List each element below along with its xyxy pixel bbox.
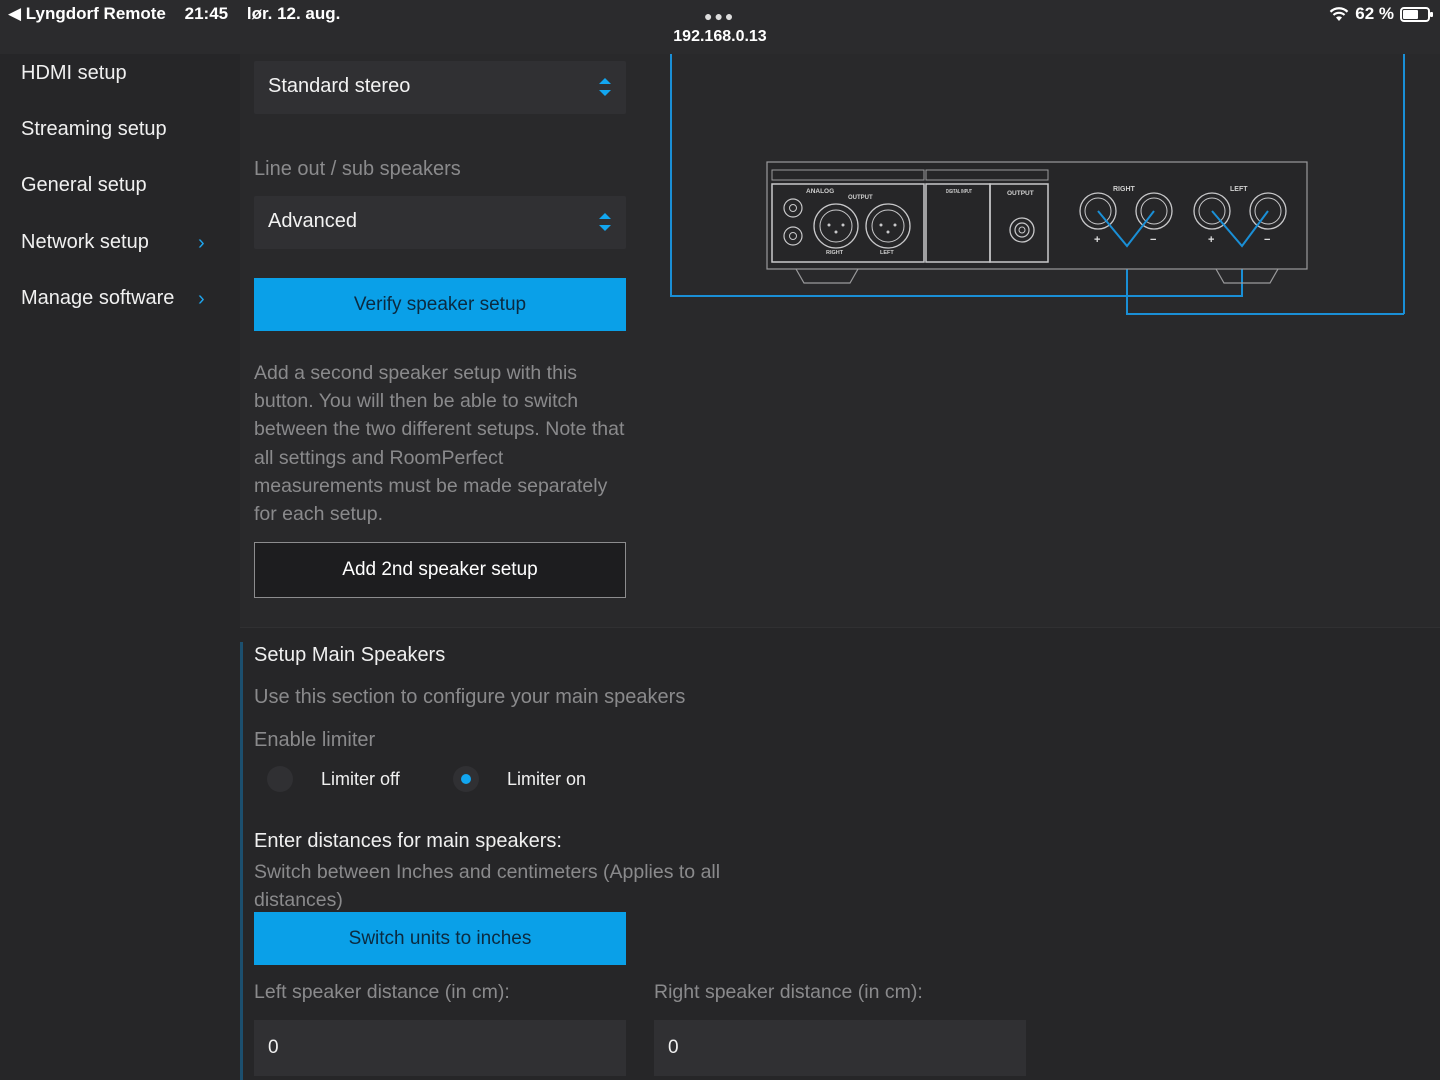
switch-units-button[interactable]: Switch units to inches — [254, 912, 626, 965]
second-setup-description: Add a second speaker setup with this but… — [254, 362, 625, 526]
status-date: lør. 12. aug. — [246, 4, 341, 23]
limiter-off-label[interactable]: Limiter off — [321, 769, 400, 790]
left-distance-input[interactable] — [254, 1020, 626, 1076]
right-distance-input[interactable] — [654, 1020, 1026, 1076]
speaker-type-select[interactable]: Standard stereo — [254, 61, 626, 114]
svg-text:−: − — [1264, 234, 1270, 246]
left-distance-label: Left speaker distance (in cm): — [254, 981, 510, 1003]
output-label: OUTPUT — [848, 195, 873, 201]
sidebar-item-label: General setup — [21, 174, 147, 196]
xlr-right-label: RIGHT — [826, 250, 844, 256]
limiter-on-radio[interactable] — [453, 766, 479, 792]
enable-limiter-label: Enable limiter — [254, 729, 376, 751]
status-time: 21:45 — [184, 4, 229, 23]
xlr-left-label: LEFT — [880, 250, 894, 256]
battery-fill — [1403, 9, 1418, 19]
section-accent-bar — [240, 642, 243, 1080]
distances-hint: Switch between Inches and centimeters (A… — [254, 861, 721, 911]
digital-input-label: DIGITAL INPUT — [946, 189, 972, 195]
url-label: 192.168.0.13 — [673, 28, 767, 45]
svg-text:−: − — [1150, 234, 1156, 246]
verify-speaker-setup-button[interactable]: Verify speaker setup — [254, 278, 626, 331]
sidebar-item-label: Manage software — [21, 287, 175, 309]
right-distance-label: Right speaker distance (in cm): — [654, 981, 923, 1003]
sidebar-item-label: HDMI setup — [21, 62, 127, 84]
distances-heading: Enter distances for main speakers: — [254, 830, 562, 852]
status-left: ◀ Lyngdorf Remote 21:45 lør. 12. aug. — [8, 4, 354, 24]
terminal-right-label: RIGHT — [1113, 186, 1136, 193]
output2-label: OUTPUT — [1007, 190, 1034, 197]
line-out-label: Line out / sub speakers — [254, 158, 461, 180]
radio-selected-dot — [461, 774, 471, 784]
svg-text:+: + — [1208, 234, 1214, 246]
back-to-app-link[interactable]: ◀ Lyngdorf Remote — [8, 4, 166, 23]
sidebar-item-hdmi-setup[interactable]: HDMI setup — [21, 62, 127, 85]
status-right: 62 % — [1329, 4, 1433, 24]
sidebar: HDMI setup Streaming setup General setup… — [0, 54, 240, 1080]
sidebar-item-network-setup[interactable]: Network setup — [21, 231, 149, 254]
speaker-wiring-diagram: ANALOG OUTPUT RIGHT LEFT DIGITAL INPUT O… — [670, 54, 1405, 315]
analog-label: ANALOG — [806, 188, 834, 195]
sidebar-item-label: Network setup — [21, 231, 149, 253]
section-subtitle: Use this section to configure your main … — [254, 686, 686, 708]
status-bar: ◀ Lyngdorf Remote 21:45 lør. 12. aug. ●●… — [0, 0, 1440, 54]
add-second-speaker-setup-button[interactable]: Add 2nd speaker setup — [254, 542, 626, 598]
sidebar-item-general-setup[interactable]: General setup — [21, 174, 147, 197]
limiter-on-label[interactable]: Limiter on — [507, 769, 586, 790]
limiter-off-radio[interactable] — [267, 766, 293, 792]
battery-percent: 62 % — [1355, 4, 1394, 23]
battery-icon — [1400, 6, 1433, 22]
sidebar-item-manage-software[interactable]: Manage software — [21, 287, 174, 310]
select-value: Standard stereo — [268, 75, 411, 97]
terminal-left-label: LEFT — [1230, 186, 1248, 193]
svg-text:+: + — [1094, 234, 1100, 246]
select-arrows-icon — [599, 213, 611, 231]
section-title: Setup Main Speakers — [254, 644, 446, 666]
multitasking-dots-icon[interactable]: ●●● — [704, 8, 735, 24]
wifi-icon — [1329, 7, 1349, 21]
chevron-right-icon: › — [198, 232, 205, 254]
line-out-select[interactable]: Advanced — [254, 196, 626, 249]
select-arrows-icon — [599, 78, 611, 96]
chevron-right-icon: › — [198, 288, 205, 310]
sidebar-item-streaming-setup[interactable]: Streaming setup — [21, 118, 167, 141]
select-value: Advanced — [268, 210, 357, 232]
sidebar-item-label: Streaming setup — [21, 118, 167, 140]
